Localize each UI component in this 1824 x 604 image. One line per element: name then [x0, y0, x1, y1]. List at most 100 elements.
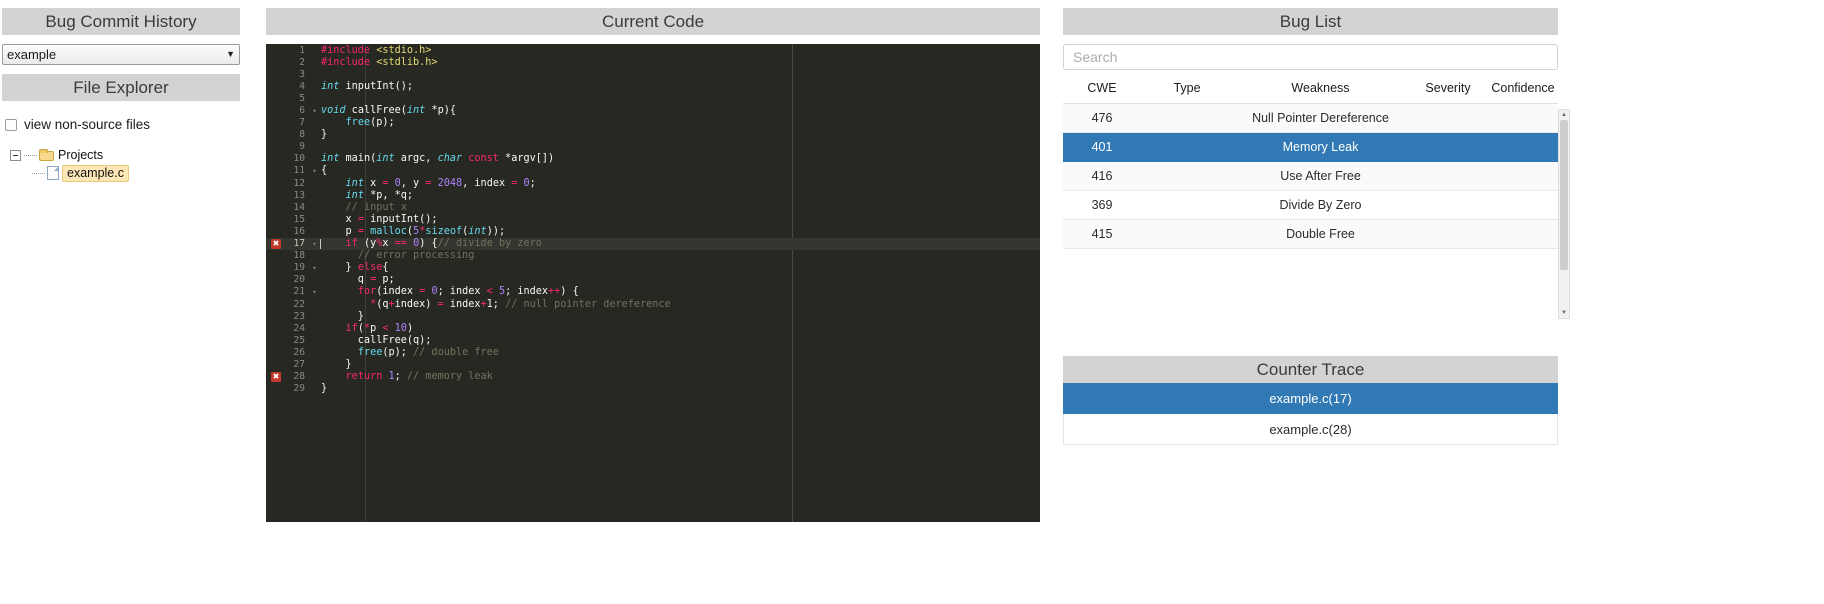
- code-line[interactable]: 9: [266, 141, 1040, 153]
- bug-list-table[interactable]: CWE Type Weakness Severity Confidence 47…: [1063, 74, 1558, 249]
- bug-cell-cwe: 369: [1063, 190, 1141, 220]
- code-line-text: #include <stdlib.h>: [321, 56, 438, 68]
- code-line[interactable]: 18 // error processing: [266, 250, 1040, 262]
- tree-node-example-c-label: example.c: [62, 164, 129, 182]
- table-row[interactable]: 415 Double Free: [1063, 219, 1558, 249]
- view-non-source-files-checkbox[interactable]: [5, 118, 17, 131]
- commit-select[interactable]: example ▼: [2, 44, 240, 65]
- code-line[interactable]: 24 if(*p < 10): [266, 322, 1040, 334]
- table-row[interactable]: 476 Null Pointer Dereference: [1063, 103, 1558, 133]
- tree-connector: [32, 172, 45, 174]
- bug-list-header-row: CWE Type Weakness Severity Confidence: [1063, 74, 1558, 104]
- code-line[interactable]: 29}: [266, 383, 1040, 395]
- fold-toggle-icon[interactable]: ▾: [310, 105, 319, 117]
- table-row[interactable]: 401 Memory Leak: [1063, 132, 1558, 162]
- code-line[interactable]: 2 #include <stdlib.h>: [266, 56, 1040, 68]
- code-line[interactable]: 19 ▾ } else{: [266, 262, 1040, 274]
- code-line[interactable]: 12 int x = 0, y = 2048, index = 0;: [266, 177, 1040, 189]
- column-header-confidence[interactable]: Confidence: [1488, 74, 1558, 104]
- code-line[interactable]: 4 int inputInt();: [266, 80, 1040, 92]
- code-line[interactable]: 20 q = p;: [266, 274, 1040, 286]
- line-number: 20: [293, 274, 305, 286]
- bug-list-scrollbar[interactable]: ▲ ▼: [1558, 109, 1570, 319]
- code-line[interactable]: 3: [266, 68, 1040, 80]
- code-line-text: int main(int argc, char const *argv[]): [321, 153, 555, 165]
- code-line-text: // error processing: [357, 250, 475, 262]
- code-line-text: *(q+index) = index+1; // null pointer de…: [370, 298, 671, 310]
- code-line[interactable]: 23 }: [266, 310, 1040, 322]
- code-line-text: void callFree(int *p){: [321, 105, 456, 117]
- code-editor[interactable]: 1 #include <stdio.h> 2 #include <stdlib.h> 3…: [266, 44, 1040, 522]
- scrollbar-thumb[interactable]: [1560, 120, 1568, 270]
- code-line-text: int inputInt();: [321, 80, 414, 92]
- fold-toggle-icon[interactable]: ▾: [310, 262, 319, 274]
- tree-node-example-c[interactable]: example.c: [2, 164, 240, 182]
- code-lines: 1 #include <stdio.h> 2 #include <stdlib.h> 3…: [266, 44, 1040, 395]
- scroll-up-icon[interactable]: ▲: [1559, 110, 1569, 120]
- tree-connector: [24, 154, 37, 156]
- code-line[interactable]: 10 int main(int argc, char const *argv[]): [266, 153, 1040, 165]
- line-number: 23: [293, 310, 305, 322]
- view-non-source-files-label: view non-source files: [24, 117, 151, 132]
- counter-trace-item[interactable]: example.c(28): [1063, 414, 1558, 445]
- code-line[interactable]: 25 callFree(q);: [266, 334, 1040, 346]
- view-non-source-files-row[interactable]: view non-source files: [2, 117, 240, 132]
- code-line[interactable]: 21 ▾ for(index = 0; index < 5; index++) {: [266, 286, 1040, 298]
- code-line-text: }: [321, 358, 352, 370]
- line-number: 5: [299, 92, 305, 104]
- bug-cell-confidence: [1488, 219, 1558, 249]
- code-line[interactable]: 8}: [266, 129, 1040, 141]
- line-number: 4: [299, 80, 305, 92]
- table-row[interactable]: 369 Divide By Zero: [1063, 190, 1558, 220]
- counter-trace-list: example.c(17) example.c(28): [1063, 383, 1558, 445]
- column-header-severity[interactable]: Severity: [1408, 74, 1488, 104]
- code-line[interactable]: 22 *(q+index) = index+1; // null pointer…: [266, 298, 1040, 310]
- column-header-weakness[interactable]: Weakness: [1233, 74, 1408, 104]
- code-line[interactable]: 7 free(p);: [266, 117, 1040, 129]
- line-number: 3: [299, 68, 305, 80]
- bug-commit-history-header: Bug Commit History: [2, 8, 240, 35]
- code-line[interactable]: 5: [266, 92, 1040, 104]
- code-line[interactable]: 13 int *p, *q;: [266, 189, 1040, 201]
- code-line-text: }: [321, 383, 328, 395]
- fold-toggle-icon[interactable]: ▾: [310, 165, 319, 177]
- bug-cell-type: [1141, 132, 1233, 162]
- bug-analysis-app: Bug Commit History example ▼ File Explor…: [0, 0, 1824, 604]
- collapse-icon[interactable]: [10, 149, 21, 161]
- table-row[interactable]: 416 Use After Free: [1063, 161, 1558, 191]
- search-placeholder: Search: [1073, 49, 1118, 65]
- line-number: 2: [299, 56, 305, 68]
- code-line[interactable]: ✖ 17 ▾ if (y%x == 0) {// divide by zero: [266, 237, 1040, 250]
- code-line[interactable]: 14 // input x: [266, 201, 1040, 213]
- scroll-down-icon[interactable]: ▼: [1559, 308, 1569, 318]
- bug-cell-cwe: 476: [1063, 103, 1141, 133]
- code-line[interactable]: 6 ▾ void callFree(int *p){: [266, 104, 1040, 116]
- line-number: 18: [293, 250, 305, 262]
- line-number: 16: [293, 225, 305, 237]
- fold-toggle-icon[interactable]: ▾: [310, 286, 319, 298]
- code-line[interactable]: 11 ▾{: [266, 165, 1040, 177]
- fold-toggle-icon[interactable]: ▾: [310, 238, 319, 250]
- code-line[interactable]: 1 #include <stdio.h>: [266, 44, 1040, 56]
- code-line[interactable]: 26 free(p); // double free: [266, 346, 1040, 358]
- bug-cell-cwe: 415: [1063, 219, 1141, 249]
- bug-cell-weakness: Null Pointer Dereference: [1233, 103, 1408, 133]
- error-marker-icon[interactable]: ✖: [271, 238, 281, 249]
- code-line[interactable]: 15 x = inputInt();: [266, 213, 1040, 225]
- code-line-text: if (y%x == 0) {// divide by zero: [345, 238, 542, 250]
- tree-node-projects[interactable]: Projects: [2, 146, 240, 164]
- error-marker-icon[interactable]: ✖: [271, 371, 281, 382]
- bug-cell-confidence: [1488, 132, 1558, 162]
- column-header-type[interactable]: Type: [1141, 74, 1233, 104]
- code-line[interactable]: 27 }: [266, 358, 1040, 370]
- column-header-cwe[interactable]: CWE: [1063, 74, 1141, 104]
- counter-trace-header: Counter Trace: [1063, 356, 1558, 383]
- code-line[interactable]: ✖ 28 return 1; // memory leak: [266, 371, 1040, 383]
- code-line[interactable]: 16 p = malloc(5*sizeof(int));: [266, 225, 1040, 237]
- line-number: 26: [293, 346, 305, 358]
- search-input[interactable]: Search: [1063, 44, 1558, 70]
- counter-trace-item[interactable]: example.c(17): [1063, 383, 1558, 414]
- code-line-text: if(*p < 10): [345, 322, 414, 334]
- line-number: 13: [293, 189, 305, 201]
- commit-select-value: example: [7, 47, 57, 62]
